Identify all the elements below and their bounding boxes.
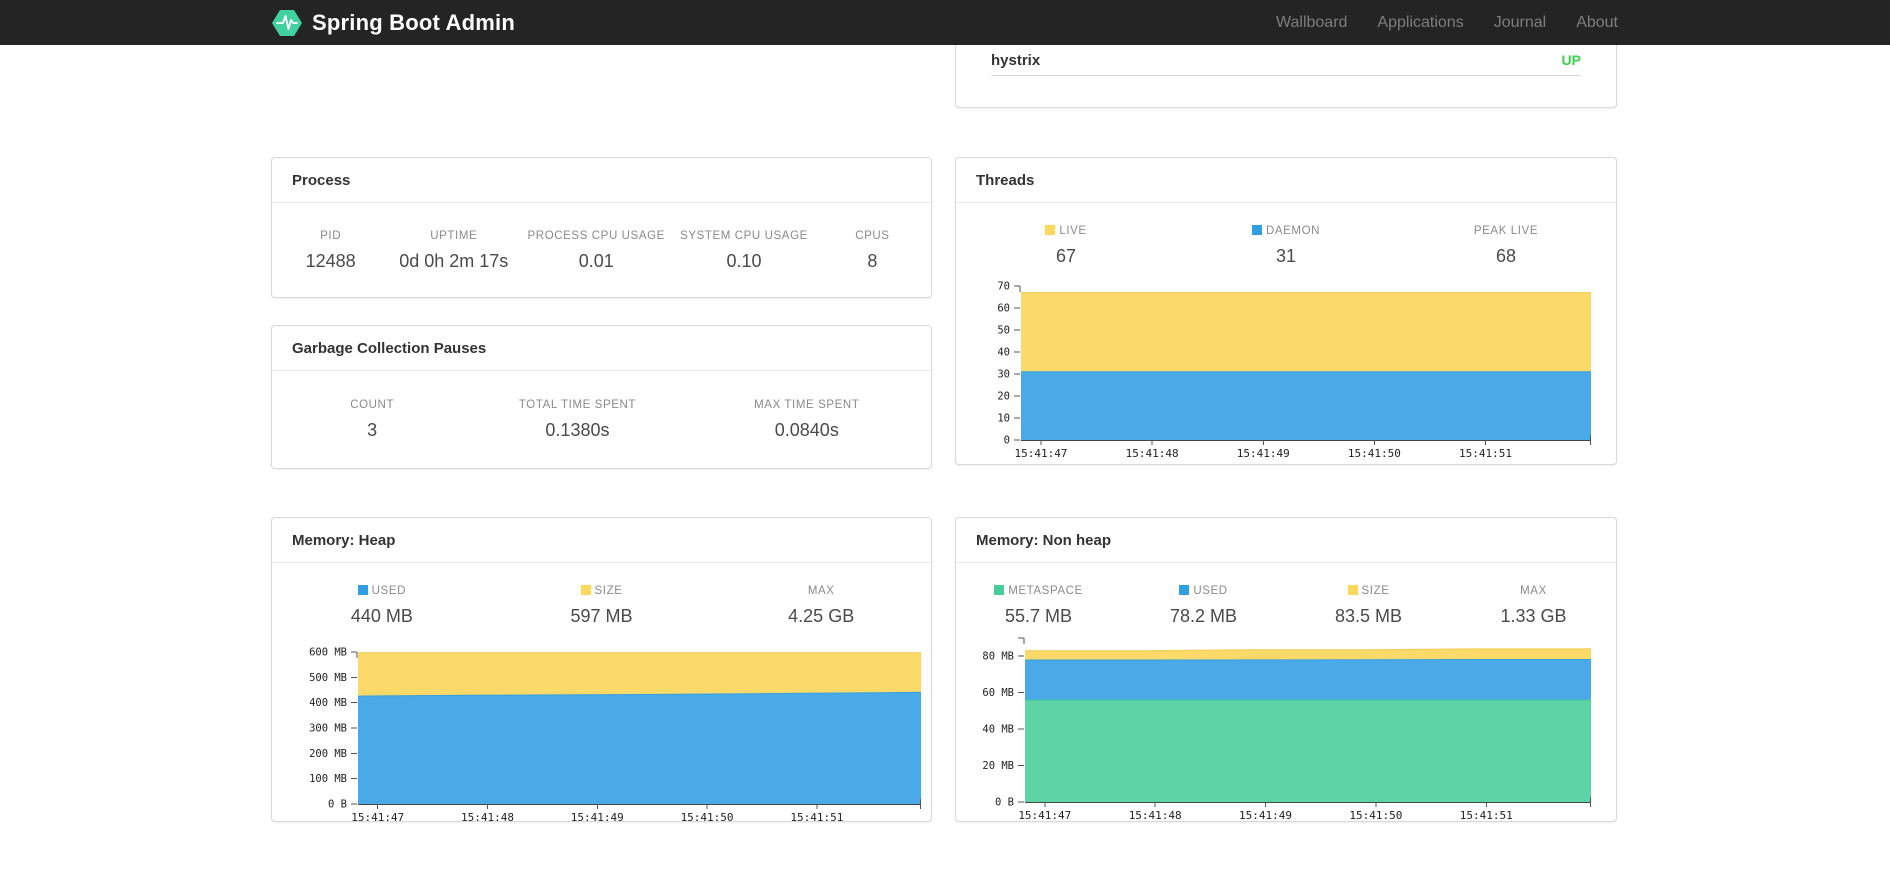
legend-nonheap-size: SIZE 83.5 MB [1334,585,1403,626]
application-row[interactable]: hystrix UP [991,45,1581,76]
nav-links: Wallboard Applications Journal About [1246,14,1618,32]
threads-card: Threads LIVE 67 DAEMON 31 PEAK LIVE 68 0… [955,157,1617,465]
stat-cpus: CPUS 8 [855,229,890,271]
legend-heap-size: SIZE 597 MB [570,585,633,626]
threads-card-header: Threads [956,158,1616,203]
stat-gc-max-time: MAX TIME SPENT 0.0840s [754,399,860,440]
metaspace-swatch-icon [994,585,1005,595]
legend-peak-live: PEAK LIVE 68 [1473,225,1539,266]
heap-legend: USED 440 MB SIZE 597 MB MAX 4.25 GB [272,585,931,627]
svg-text:60: 60 [997,303,1010,315]
size-swatch-icon [580,585,591,595]
svg-text:500 MB: 500 MB [309,672,347,684]
svg-text:40 MB: 40 MB [982,724,1014,736]
svg-text:40: 40 [997,347,1010,359]
process-card-body: PID 12488 UPTIME 0d 0h 2m 17s PROCESS CP… [272,203,931,298]
legend-nonheap-max: MAX 1.33 GB [1500,585,1567,626]
memory-nonheap-chart: 0 B 20 MB 40 MB 60 MB 80 MB 15:41:47 15:41:48 1… [982,637,1591,822]
svg-text:100 MB: 100 MB [309,773,347,785]
memory-nonheap-card: Memory: Non heap METASPACE 55.7 MB USED … [955,517,1617,822]
stat-process-cpu-usage: PROCESS CPU USAGE 0.01 [527,229,665,271]
memory-heap-chart: 0 B 100 MB 200 MB 300 MB 400 MB 500 MB 600 MB 1… [309,647,922,824]
gc-card-header: Garbage Collection Pauses [272,326,931,371]
nav-link-about[interactable]: About [1546,14,1618,32]
legend-daemon: DAEMON 31 [1176,225,1396,267]
legend-heap-used: USED 440 MB [350,585,413,626]
navbar: Spring Boot Admin Wallboard Applications… [0,0,1890,45]
memory-heap-card: Memory: Heap USED 440 MB SIZE 597 MB MAX… [271,517,932,824]
nonheap-legend: METASPACE 55.7 MB USED 78.2 MB SIZE 83.5… [956,585,1616,627]
process-card: Process PID 12488 UPTIME 0d 0h 2m 17s PR… [271,157,932,298]
stat-uptime: UPTIME 0d 0h 2m 17s [399,229,509,271]
svg-text:15:41:49: 15:41:49 [571,811,624,824]
svg-text:15:41:47: 15:41:47 [1018,809,1071,822]
svg-text:0: 0 [1004,435,1010,447]
used-swatch-icon [1179,585,1190,595]
svg-text:15:41:47: 15:41:47 [1014,447,1067,460]
size-swatch-icon [1347,585,1358,595]
svg-text:0 B: 0 B [995,797,1014,809]
svg-text:400 MB: 400 MB [309,697,347,709]
threads-legend: LIVE 67 DAEMON 31 PEAK LIVE 68 [956,225,1616,267]
svg-text:300 MB: 300 MB [309,723,347,735]
legend-heap-max: MAX 4.25 GB [788,585,855,626]
svg-text:0 B: 0 B [328,799,347,811]
daemon-swatch-icon [1251,225,1262,235]
svg-text:15:41:50: 15:41:50 [1348,447,1401,460]
stat-pid: PID 12488 [305,229,356,271]
nonheap-card-header: Memory: Non heap [956,518,1616,563]
gc-card-title: Garbage Collection Pauses [292,339,487,357]
nav-link-journal[interactable]: Journal [1464,14,1546,32]
svg-text:15:41:48: 15:41:48 [1126,447,1179,460]
nav-link-wallboard[interactable]: Wallboard [1246,14,1347,32]
svg-text:50: 50 [997,325,1010,337]
svg-text:15:41:48: 15:41:48 [1129,809,1182,822]
live-swatch-icon [1045,225,1056,235]
used-swatch-icon [357,585,368,595]
stat-gc-count: COUNT 3 [350,399,395,440]
brand-title: Spring Boot Admin [312,9,516,35]
svg-text:20 MB: 20 MB [982,760,1014,772]
svg-text:70: 70 [997,281,1010,293]
svg-text:15:41:51: 15:41:51 [1460,809,1513,822]
legend-nonheap-used: USED 78.2 MB [1169,585,1238,626]
gc-pauses-card: Garbage Collection Pauses COUNT 3 TOTAL … [271,325,932,469]
heap-card-title: Memory: Heap [292,531,396,549]
application-status-card: hystrix UP [955,45,1617,108]
svg-text:15:41:49: 15:41:49 [1239,809,1292,822]
nav-link-applications[interactable]: Applications [1347,14,1463,32]
process-card-header: Process [272,158,931,203]
svg-text:20: 20 [997,391,1010,403]
svg-text:15:41:50: 15:41:50 [1349,809,1402,822]
svg-text:15:41:48: 15:41:48 [461,811,514,824]
svg-text:30: 30 [997,369,1010,381]
svg-text:10: 10 [997,413,1010,425]
stat-gc-total-time: TOTAL TIME SPENT 0.1380s [518,399,637,440]
svg-text:15:41:51: 15:41:51 [790,811,843,824]
gc-card-body: COUNT 3 TOTAL TIME SPENT 0.1380s MAX TIM… [272,371,931,469]
svg-text:80 MB: 80 MB [982,651,1014,663]
svg-text:15:41:47: 15:41:47 [351,811,404,824]
legend-live: LIVE 67 [956,225,1176,267]
stat-system-cpu-usage: SYSTEM CPU USAGE 0.10 [680,229,808,271]
svg-text:60 MB: 60 MB [982,687,1014,699]
heap-card-header: Memory: Heap [272,518,931,563]
svg-text:15:41:51: 15:41:51 [1459,447,1512,460]
nonheap-card-title: Memory: Non heap [976,531,1112,549]
threads-card-title: Threads [976,171,1035,189]
application-name: hystrix [991,51,1041,69]
process-card-title: Process [292,171,351,189]
svg-text:200 MB: 200 MB [309,748,347,760]
svg-text:15:41:49: 15:41:49 [1237,447,1290,460]
pulse-hexagon-icon [272,9,302,36]
svg-text:15:41:50: 15:41:50 [681,811,734,824]
spring-boot-admin-page: Spring Boot Admin Wallboard Applications… [0,0,1890,892]
svg-text:600 MB: 600 MB [309,647,347,659]
threads-chart: 0 10 20 30 40 50 60 70 15:41:47 15:41:48 15:41:49 1… [997,281,1591,460]
status-badge: UP [1561,52,1581,68]
navbar-inner: Spring Boot Admin Wallboard Applications… [272,0,1618,45]
legend-metaspace: METASPACE 55.7 MB [956,585,1121,627]
brand-link[interactable]: Spring Boot Admin [272,8,515,38]
